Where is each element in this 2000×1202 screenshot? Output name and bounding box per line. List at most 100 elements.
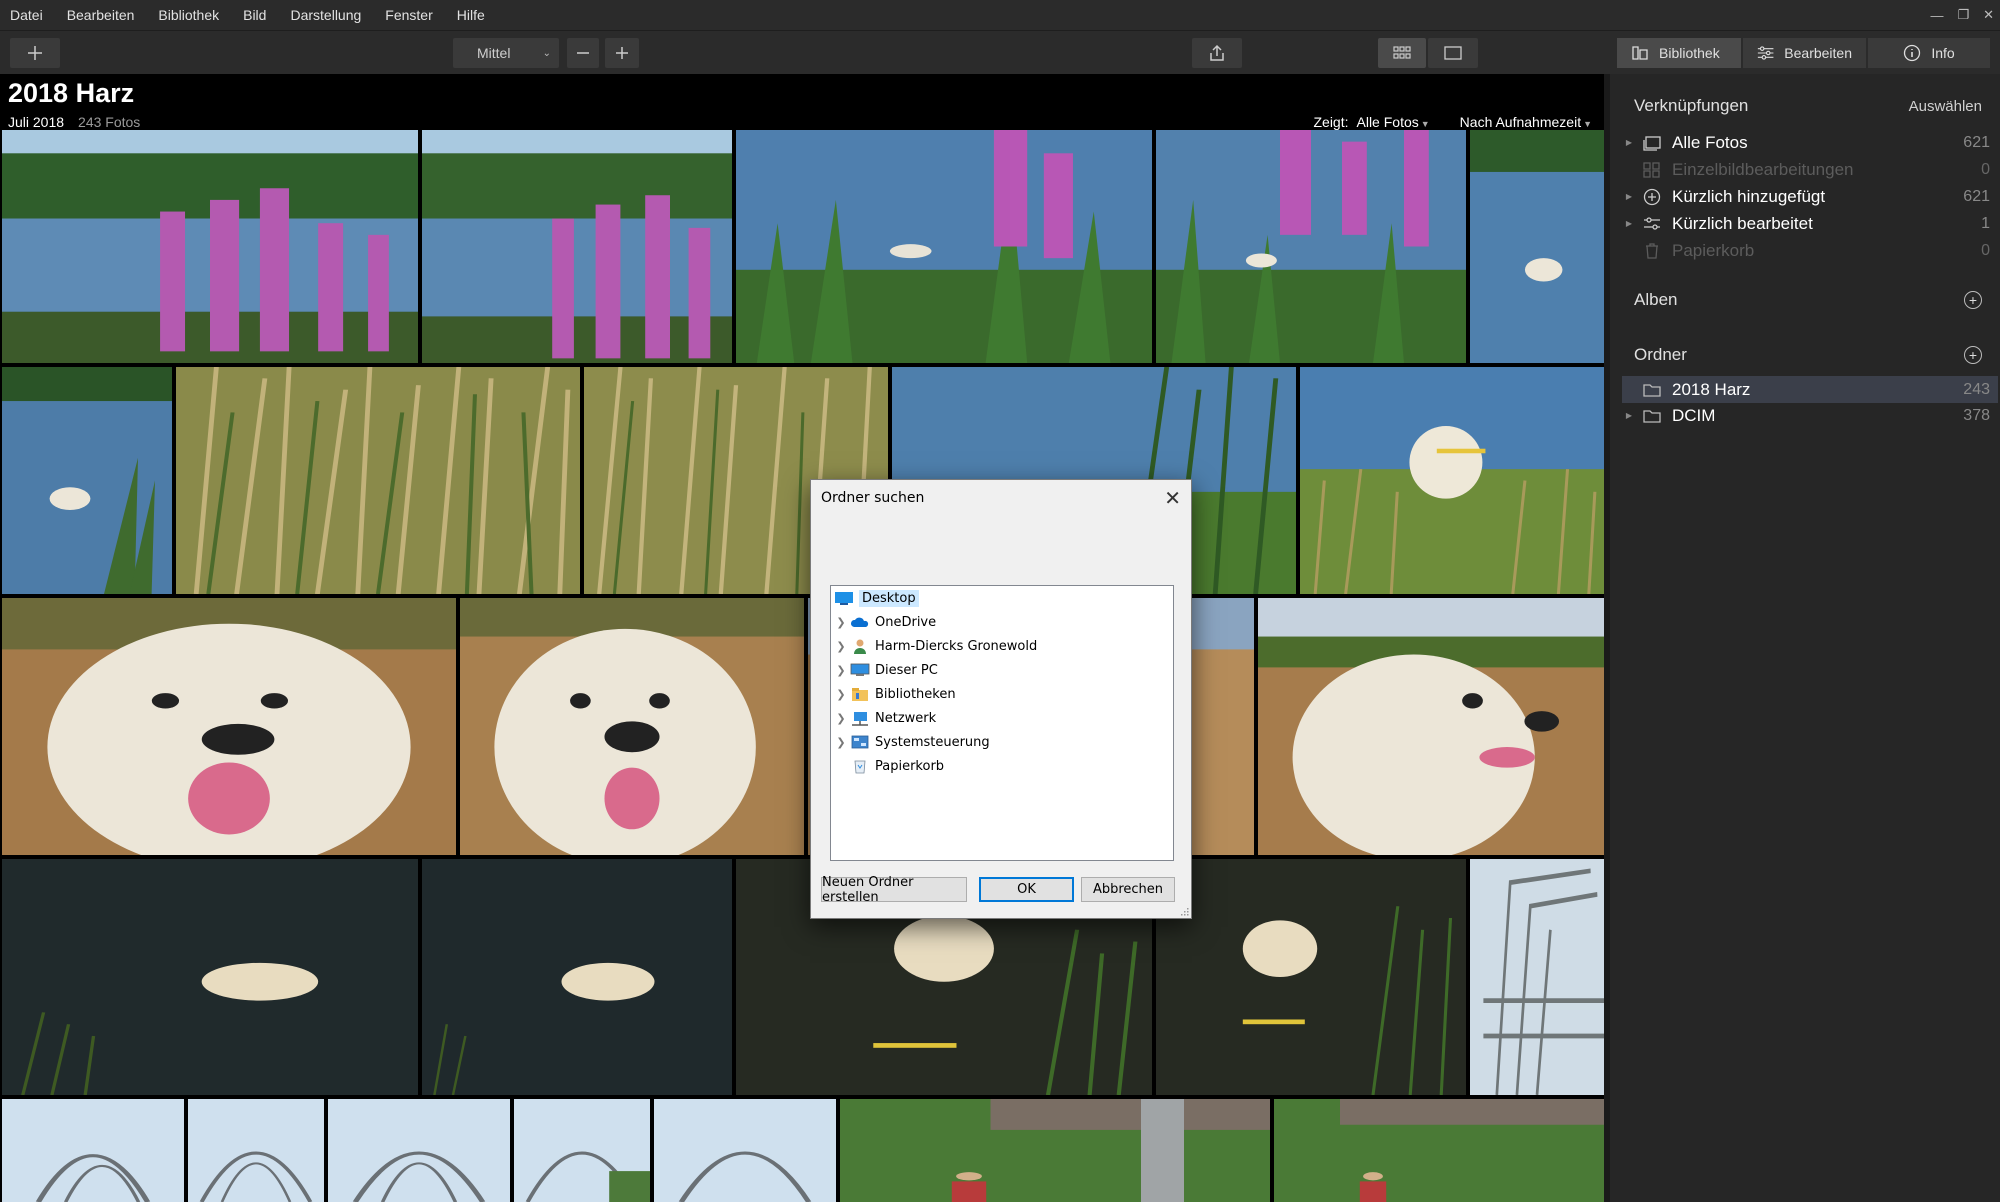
chevron-right-icon[interactable]: ❯: [833, 616, 849, 629]
tree-item-control-panel[interactable]: ❯ Systemsteuerung: [833, 730, 989, 754]
photo-thumbnail[interactable]: [514, 1099, 650, 1202]
photo-thumbnail[interactable]: [840, 1099, 1270, 1202]
filter-value: Alle Fotos: [1356, 114, 1419, 130]
dialog-description-area: [811, 518, 1191, 586]
tab-library[interactable]: Bibliothek: [1617, 38, 1741, 68]
photo-thumbnail[interactable]: [1274, 1099, 1604, 1202]
tree-item-this-pc[interactable]: ❯ Dieser PC: [833, 658, 937, 682]
shortcut-label: Einzelbildbearbeitungen: [1672, 159, 1854, 179]
sort-dropdown[interactable]: Nach Aufnahmezeit ▼: [1460, 114, 1592, 130]
minus-icon: [577, 52, 589, 54]
chevron-right-icon[interactable]: ❯: [833, 688, 849, 701]
single-image-icon: [1444, 46, 1462, 60]
menu-bild[interactable]: Bild: [231, 0, 278, 30]
folder-item-dcim[interactable]: ▶ DCIM 378: [1622, 402, 1998, 429]
photo-thumbnail[interactable]: [2, 598, 456, 855]
photo-thumbnail[interactable]: [176, 367, 580, 594]
photo-thumbnail[interactable]: [1156, 130, 1466, 363]
restore-icon[interactable]: ❐: [1957, 7, 1969, 23]
photo-thumbnail[interactable]: [1156, 859, 1466, 1095]
user-icon: [849, 637, 871, 655]
select-link[interactable]: Auswählen: [1909, 98, 1982, 115]
plus-icon: [28, 46, 42, 60]
photo-thumbnail[interactable]: [2, 859, 418, 1095]
grid-view-button[interactable]: [1378, 38, 1426, 68]
menu-datei[interactable]: Datei: [0, 0, 55, 30]
trash-icon: [1640, 241, 1664, 261]
shortcut-count: 621: [1963, 133, 1990, 151]
add-album-icon[interactable]: +: [1964, 291, 1982, 309]
zoom-out-button[interactable]: [567, 38, 599, 68]
photo-thumbnail[interactable]: [1470, 859, 1604, 1095]
new-folder-button[interactable]: Neuen Ordner erstellen: [821, 875, 967, 905]
tree-item-network[interactable]: ❯ Netzwerk: [833, 706, 936, 730]
shortcut-count: 0: [1981, 160, 1990, 178]
add-folder-icon[interactable]: +: [1964, 346, 1982, 364]
resize-grip-icon[interactable]: [1179, 906, 1189, 916]
photo-thumbnail[interactable]: [654, 1099, 836, 1202]
zoom-in-button[interactable]: [605, 38, 639, 68]
folder-count: 378: [1963, 406, 1990, 424]
tree-item-recycle-bin[interactable]: Papierkorb: [849, 754, 944, 778]
photo-thumbnail[interactable]: [188, 1099, 324, 1202]
expand-triangle-icon[interactable]: ▶: [1622, 138, 1636, 147]
photo-thumbnail[interactable]: [460, 598, 804, 855]
menu-fenster[interactable]: Fenster: [373, 0, 444, 30]
menu-bibliothek[interactable]: Bibliothek: [146, 0, 231, 30]
expand-triangle-icon[interactable]: ▶: [1622, 192, 1636, 201]
chevron-right-icon[interactable]: ❯: [833, 664, 849, 677]
shortcut-all-photos[interactable]: ▶ Alle Fotos 621: [1622, 129, 1998, 156]
chevron-down-icon: ⌄: [542, 47, 551, 59]
photo-thumbnail[interactable]: [2, 130, 418, 363]
shortcut-trash[interactable]: Papierkorb 0: [1622, 237, 1998, 264]
photo-thumbnail[interactable]: [422, 130, 732, 363]
shortcut-label: Kürzlich hinzugefügt: [1672, 186, 1826, 206]
folder-tree[interactable]: Desktop ❯ OneDrive ❯ Harm-Diercks Gronew…: [830, 585, 1174, 861]
menu-hilfe[interactable]: Hilfe: [445, 0, 497, 30]
folder-icon: [1640, 380, 1664, 400]
tree-item-libraries[interactable]: ❯ Bibliotheken: [833, 682, 955, 706]
photo-thumbnail[interactable]: [328, 1099, 510, 1202]
add-button[interactable]: [10, 38, 60, 68]
info-icon: [1904, 44, 1921, 62]
thumbnail-size-select[interactable]: Mittel ⌄: [453, 38, 559, 68]
shortcut-label: Alle Fotos: [1672, 132, 1748, 152]
chevron-right-icon[interactable]: ❯: [833, 736, 849, 749]
folder-label: DCIM: [1672, 405, 1716, 425]
shortcut-count: 1: [1981, 214, 1990, 232]
expand-triangle-icon[interactable]: ▶: [1622, 411, 1636, 420]
tab-edit[interactable]: Bearbeiten: [1743, 38, 1866, 68]
shortcut-single-edits[interactable]: Einzelbildbearbeitungen 0: [1622, 156, 1998, 183]
photo-thumbnail[interactable]: [2, 367, 172, 594]
menu-bearbeiten[interactable]: Bearbeiten: [55, 0, 147, 30]
photo-thumbnail[interactable]: [736, 130, 1152, 363]
share-button[interactable]: [1192, 38, 1242, 68]
photo-thumbnail[interactable]: [1258, 598, 1604, 855]
tab-info[interactable]: Info: [1868, 38, 1990, 68]
shortcuts-heading: Verknüpfungen: [1634, 96, 1749, 115]
shortcut-recently-added[interactable]: ▶ Kürzlich hinzugefügt 621: [1622, 183, 1998, 210]
photo-thumbnail[interactable]: [422, 859, 732, 1095]
single-view-button[interactable]: [1428, 38, 1478, 68]
close-window-icon[interactable]: ✕: [1983, 7, 1994, 23]
tree-item-user[interactable]: ❯ Harm-Diercks Gronewold: [833, 634, 1037, 658]
tree-item-desktop[interactable]: Desktop: [833, 586, 919, 610]
folder-item-2018-harz[interactable]: 2018 Harz 243: [1622, 376, 1998, 403]
folder-count: 243: [1963, 380, 1990, 398]
control-panel-icon: [849, 733, 871, 751]
expand-triangle-icon[interactable]: ▶: [1622, 219, 1636, 228]
grid-icon: [1640, 160, 1664, 180]
chevron-right-icon[interactable]: ❯: [833, 640, 849, 653]
shortcut-recently-edited[interactable]: ▶ Kürzlich bearbeitet 1: [1622, 210, 1998, 237]
menu-darstellung[interactable]: Darstellung: [278, 0, 373, 30]
photo-thumbnail[interactable]: [2, 1099, 184, 1202]
close-icon[interactable]: ✕: [1164, 486, 1181, 510]
filter-dropdown[interactable]: Alle Fotos ▼: [1357, 114, 1430, 130]
chevron-right-icon[interactable]: ❯: [833, 712, 849, 725]
cancel-button[interactable]: Abbrechen: [1081, 877, 1175, 902]
photo-thumbnail[interactable]: [1470, 130, 1604, 363]
tree-item-onedrive[interactable]: ❯ OneDrive: [833, 610, 936, 634]
ok-button[interactable]: OK: [979, 877, 1074, 902]
photo-thumbnail[interactable]: [1300, 367, 1604, 594]
minimize-icon[interactable]: —: [1930, 8, 1943, 23]
